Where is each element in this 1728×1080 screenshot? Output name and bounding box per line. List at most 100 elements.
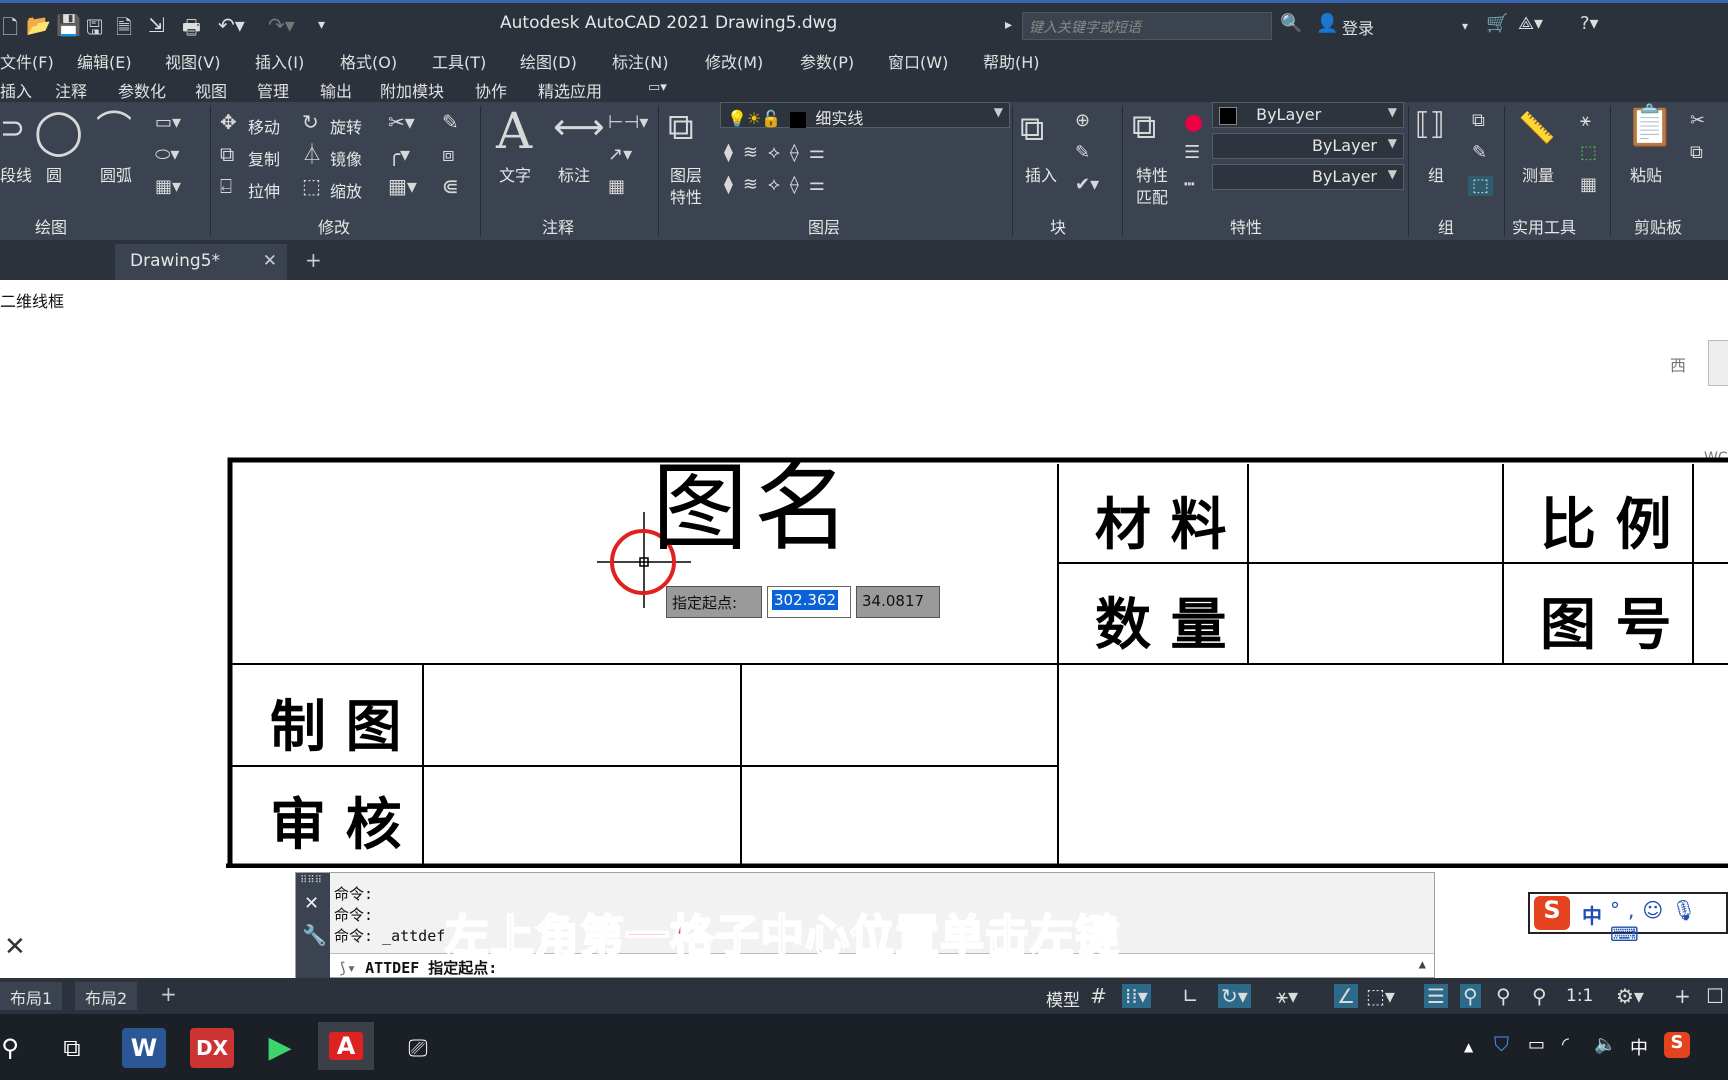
workspace-gear-icon[interactable]: ⚙▾ [1616, 984, 1644, 1008]
tab-addins[interactable]: 附加模块 [380, 78, 444, 102]
new-tab-icon[interactable]: + [305, 248, 322, 272]
lineweight-display-icon[interactable]: ☰ [1424, 984, 1448, 1008]
add-layout-icon[interactable]: + [160, 982, 177, 1006]
task-view-icon[interactable]: ⧉ [50, 1028, 94, 1068]
new-icon[interactable]: 🗋 [2, 13, 18, 47]
linetype-dropdown[interactable]: ByLayer ▼ [1212, 133, 1404, 159]
drafter-label[interactable]: 制 图 [270, 682, 402, 763]
reviewer-label[interactable]: 审 核 [270, 780, 402, 861]
layer-properties-icon[interactable]: ⧉ [668, 110, 694, 146]
auto-scale-icon[interactable]: ⚲ [1496, 984, 1511, 1008]
move-icon[interactable]: ✥ [220, 112, 237, 132]
stretch-button[interactable]: 拉伸 [248, 178, 280, 202]
customize-icon[interactable]: ☐ [1706, 984, 1724, 1008]
search-icon[interactable]: ⚲ [0, 1028, 32, 1068]
copy-icon[interactable]: ⧉ [220, 144, 234, 164]
stretch-icon[interactable]: ⍇ [220, 176, 232, 196]
attribute-icon[interactable]: ✔▾ [1075, 176, 1099, 194]
sogou-tray-icon[interactable]: S [1664, 1032, 1690, 1058]
copy-button[interactable]: 复制 [248, 146, 280, 170]
tab-insert[interactable]: 插入 [0, 78, 32, 102]
autodesk-a360-icon[interactable]: ⟁▾ [1518, 13, 1543, 34]
circle-label[interactable]: 圆 [46, 162, 62, 186]
y-coordinate-input[interactable]: 34.0817 [856, 586, 940, 618]
input-language-label[interactable]: 中 [1630, 1034, 1648, 1060]
command-grip[interactable]: ⠿⠿⠿ ✕ 🔧 [296, 873, 330, 979]
cut-icon[interactable]: ✂ [1690, 112, 1705, 130]
autocad-taskbar-button[interactable]: A [318, 1022, 374, 1070]
table-icon[interactable]: ▦ [608, 178, 625, 196]
tab-annotate[interactable]: 注释 [55, 78, 87, 102]
modify-panel-title[interactable]: 修改 [318, 214, 350, 238]
volume-icon[interactable]: 🔈 [1594, 1034, 1616, 1055]
clipboard-panel-title[interactable]: 剪贴板 [1634, 214, 1682, 238]
title-text[interactable]: 图名 [652, 430, 856, 569]
isodraft-icon[interactable]: ⚹▾ [1276, 984, 1298, 1008]
color-wheel-icon[interactable]: ● [1184, 112, 1203, 134]
create-block-icon[interactable]: ⊕ [1075, 112, 1090, 130]
menu-parameters[interactable]: 参数(P) [800, 49, 854, 73]
import-icon[interactable]: ⇲ [148, 13, 165, 37]
layer-properties-label1[interactable]: 图层 [670, 162, 702, 186]
print-icon[interactable]: 🖶 [182, 13, 201, 47]
close-icon[interactable]: ✕ [263, 251, 277, 271]
edit-block-icon[interactable]: ✎ [1075, 144, 1090, 162]
menu-dimension[interactable]: 标注(N) [612, 49, 668, 73]
user-icon[interactable]: 👤 [1316, 13, 1338, 34]
search-expand-icon[interactable]: ▸ [1005, 17, 1012, 33]
group-icon[interactable]: ⟦⟧ [1415, 110, 1445, 140]
erase-icon[interactable]: ✎ [442, 112, 459, 132]
undo-icon[interactable]: ↶▾ [218, 13, 245, 37]
tab-drawing5[interactable]: Drawing5* ✕ [115, 244, 287, 280]
leader-icon[interactable]: ↗▾ [608, 146, 632, 164]
ungroup-icon[interactable]: ⧉ [1472, 112, 1485, 130]
draw-panel-title[interactable]: 绘图 [35, 214, 67, 238]
mirror-button[interactable]: 镜像 [330, 146, 362, 170]
arc-icon[interactable]: ⌒ [96, 112, 132, 148]
add-icon[interactable]: + [1674, 984, 1691, 1008]
search-input[interactable]: 键入关键字或短语 [1022, 12, 1272, 40]
material-label[interactable]: 材 料 [1095, 480, 1227, 561]
drawing-canvas[interactable]: 二维线框 西 WCS 图名 材 料 比 例 数 量 图 号 制 图 审 核 [0, 280, 1728, 868]
menu-tools[interactable]: 工具(T) [432, 49, 486, 73]
close-icon[interactable]: ✕ [4, 932, 26, 962]
chevron-up-icon[interactable]: ▲ [1419, 957, 1426, 971]
text-icon[interactable]: A [496, 106, 532, 156]
menu-modify[interactable]: 修改(M) [705, 49, 763, 73]
utilities-panel-title[interactable]: 实用工具 [1512, 214, 1576, 238]
rotate-icon[interactable]: ↻ [302, 112, 319, 132]
text-button[interactable]: 文字 [499, 162, 531, 186]
match-properties-icon[interactable]: ⧉ [1132, 110, 1156, 144]
polyline-label[interactable]: 段线 [0, 162, 32, 186]
object-snap-icon[interactable]: ⬚▾ [1366, 984, 1395, 1008]
dimension-icon[interactable]: ⟷ [553, 110, 605, 146]
layer-properties-label2[interactable]: 特性 [670, 184, 702, 208]
ime-toolbar[interactable]: S 中 °,☺🎙⌨ [1528, 892, 1728, 946]
layers-panel-title[interactable]: 图层 [808, 214, 840, 238]
camera-app-icon[interactable]: ⎚ [396, 1028, 440, 1068]
color-dropdown[interactable]: ByLayer ▼ [1212, 102, 1404, 128]
rotate-button[interactable]: 旋转 [330, 114, 362, 138]
save-as-icon[interactable]: 🖫 [86, 13, 103, 47]
x-coordinate-input[interactable]: 302.362 [767, 586, 851, 618]
properties-panel-title[interactable]: 特性 [1230, 214, 1262, 238]
group-button[interactable]: 组 [1428, 162, 1444, 186]
lineweight-icon[interactable]: ☰ [1184, 144, 1200, 162]
help-icon[interactable]: ?▾ [1580, 13, 1599, 34]
scale-label[interactable]: 比 例 [1540, 480, 1672, 561]
shield-icon[interactable]: ⛉ [1494, 1032, 1509, 1056]
measure-button[interactable]: 测量 [1522, 162, 1554, 186]
quantity-label[interactable]: 数 量 [1095, 580, 1227, 661]
copy-clip-icon[interactable]: ⧉ [1690, 144, 1703, 162]
tray-overflow-icon[interactable]: ▲ [1464, 1040, 1473, 1054]
annotation-visibility-icon[interactable]: ⚲ [1460, 984, 1481, 1008]
menu-edit[interactable]: 编辑(E) [77, 49, 132, 73]
tab-collaborate[interactable]: 协作 [475, 78, 507, 102]
customize-qat-icon[interactable]: ▾ [318, 17, 325, 33]
layer-tools-row2-icon[interactable]: ⧫≋⟡⟠⚌ [724, 176, 835, 194]
tab-featured-apps[interactable]: 精选应用 [538, 78, 602, 102]
measure-icon[interactable]: 📏 [1518, 114, 1555, 144]
scale-button[interactable]: 缩放 [330, 178, 362, 202]
ime-language[interactable]: 中 [1582, 900, 1602, 929]
menu-help[interactable]: 帮助(H) [983, 49, 1040, 73]
